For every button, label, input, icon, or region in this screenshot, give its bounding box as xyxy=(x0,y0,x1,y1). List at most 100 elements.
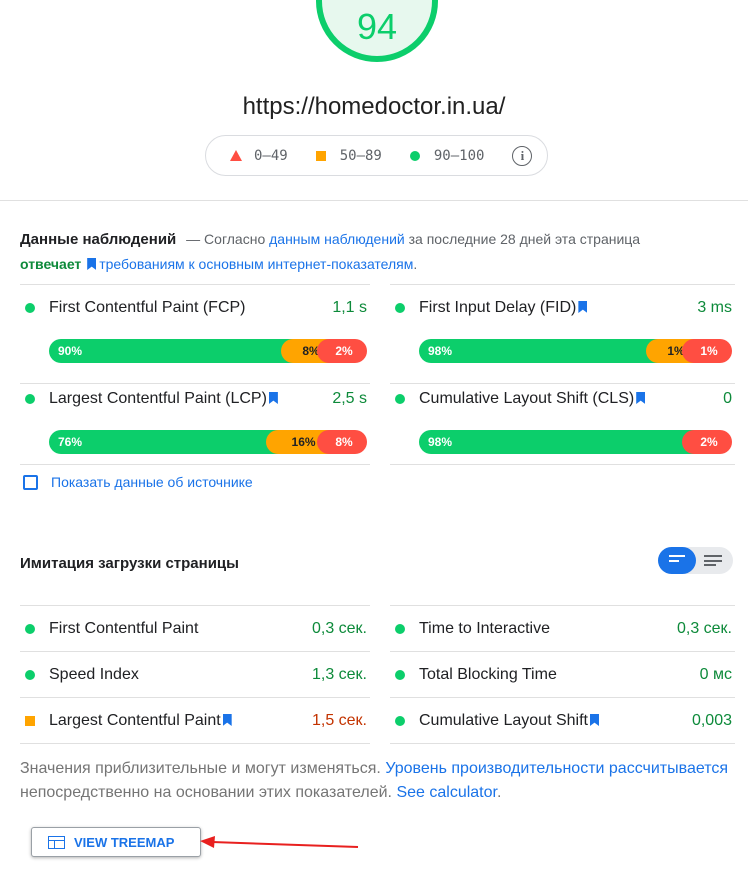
legend-pass-label: 90–100 xyxy=(433,147,485,164)
field-metric-cls: Cumulative Layout Shift (CLS) 0 98% 2% xyxy=(390,383,735,473)
legend-average-label: 50–89 xyxy=(339,147,382,164)
metric-value: 0 мс xyxy=(699,665,732,683)
metric-value: 1,5 сек. xyxy=(311,712,367,729)
average-square-icon xyxy=(25,716,35,726)
field-data-status: отвечает xyxy=(20,256,82,272)
expanded-lines-icon[interactable] xyxy=(704,555,722,566)
lab-metric-tti: Time to Interactive 0,3 сек. xyxy=(390,606,735,652)
field-metrics-right: First Input Delay (FID) 3 ms 98% 1% 1% C… xyxy=(390,284,735,465)
view-toggle[interactable] xyxy=(658,547,733,574)
good-segment: 98% xyxy=(419,430,694,454)
legend-pass: 90–100 xyxy=(409,147,485,164)
compact-lines-icon xyxy=(669,555,687,566)
bookmark-icon xyxy=(636,392,646,404)
note-mid: непосредственно на основании этих показа… xyxy=(20,784,392,801)
lab-metrics-left: First Contentful Paint 0,3 сек. Speed In… xyxy=(20,605,370,744)
metric-name: Cumulative Layout Shift (CLS) xyxy=(419,390,723,408)
checkbox[interactable] xyxy=(23,474,38,490)
note-prefix: Значения приблизительные и могут изменят… xyxy=(20,760,381,777)
view-treemap-button[interactable]: VIEW TREEMAP xyxy=(31,827,201,857)
report-url: https://homedoctor.in.ua/ xyxy=(242,93,506,120)
field-metrics-left: First Contentful Paint (FCP) 1,1 s 90% 8… xyxy=(20,284,370,465)
pass-circle-icon xyxy=(25,669,35,680)
metric-name: Time to Interactive xyxy=(419,619,551,637)
field-data-link[interactable]: данным наблюдений xyxy=(269,231,405,247)
field-metric-lcp: Largest Contentful Paint (LCP) 2,5 s 76%… xyxy=(20,383,370,473)
lab-metrics-right: Time to Interactive 0,3 сек. Total Block… xyxy=(390,605,735,744)
legend-average: 50–89 xyxy=(315,147,382,164)
score-legend: 0–49 50–89 90–100 i xyxy=(205,135,548,176)
metric-value: 0 xyxy=(723,390,732,407)
pass-circle-icon xyxy=(25,623,35,634)
metric-name: Total Blocking Time xyxy=(419,665,557,683)
triangle-icon xyxy=(230,150,242,161)
metric-name-text: Largest Contentful Paint (LCP) xyxy=(49,390,267,407)
distribution-bar: 98% 1% 1% xyxy=(419,339,732,363)
good-segment: 98% xyxy=(419,339,658,363)
legend-fail-label: 0–49 xyxy=(254,147,288,164)
metric-name: Speed Index xyxy=(49,665,139,683)
good-segment: 76% xyxy=(49,430,279,454)
note-end: . xyxy=(496,784,502,801)
pass-circle-icon xyxy=(395,394,405,404)
field-data-header: Данные наблюдений — Согласно данным набл… xyxy=(20,227,720,277)
distribution-bar: 76% 16% 8% xyxy=(49,430,367,454)
metric-value: 3 ms xyxy=(697,299,732,316)
metric-name: First Contentful Paint xyxy=(49,619,199,637)
bookmark-icon xyxy=(578,301,588,313)
bookmark-icon xyxy=(222,714,232,726)
metric-value: 1,3 сек. xyxy=(311,665,367,683)
bookmark-icon xyxy=(87,258,97,270)
metric-value: 0,003 xyxy=(691,712,732,729)
compact-view-button[interactable] xyxy=(658,547,696,574)
poor-segment: 2% xyxy=(317,339,367,363)
disclaimer-note: Значения приблизительные и могут изменят… xyxy=(20,757,740,805)
distribution-bar: 90% 8% 2% xyxy=(49,339,367,363)
metric-value: 2,5 s xyxy=(332,390,367,407)
poor-segment: 8% xyxy=(316,430,367,454)
metric-name: Largest Contentful Paint (LCP) xyxy=(49,390,332,408)
view-treemap-label: VIEW TREEMAP xyxy=(74,834,175,850)
calculator-link[interactable]: See calculator xyxy=(396,784,497,801)
treemap-icon xyxy=(48,835,65,849)
bookmark-icon xyxy=(589,714,599,726)
pass-circle-icon xyxy=(395,669,405,680)
square-icon xyxy=(315,150,326,161)
metric-name-text: First Input Delay (FID) xyxy=(419,299,577,316)
lab-metric-lcp: Largest Contentful Paint 1,5 сек. xyxy=(20,698,370,744)
scoring-link[interactable]: Уровень производительности рассчитываетс… xyxy=(385,760,728,777)
metric-name-text: Largest Contentful Paint xyxy=(49,712,221,729)
field-data-desc-prefix: — Согласно xyxy=(186,231,266,247)
field-metric-fcp: First Contentful Paint (FCP) 1,1 s 90% 8… xyxy=(20,293,370,383)
pass-circle-icon xyxy=(395,716,405,726)
score-gauge: 94 xyxy=(316,0,438,62)
distribution-bar: 98% 2% xyxy=(419,430,732,454)
poor-segment: 2% xyxy=(682,430,732,454)
field-data-title: Данные наблюдений xyxy=(20,231,177,248)
metric-name: Largest Contentful Paint xyxy=(49,712,312,730)
metric-value: 0,3 сек. xyxy=(676,619,732,637)
field-data-desc-mid: за последние 28 дней эта страница xyxy=(408,231,641,247)
core-web-vitals-link[interactable]: требованиям к основным интернет-показате… xyxy=(99,256,413,272)
pass-circle-icon xyxy=(395,303,405,313)
legend-fail: 0–49 xyxy=(230,148,288,164)
metric-name: First Input Delay (FID) xyxy=(419,299,697,317)
lab-data-title: Имитация загрузки страницы xyxy=(20,555,239,572)
metric-value: 1,1 s xyxy=(332,299,367,316)
metric-name-text: Cumulative Layout Shift xyxy=(419,712,588,729)
metric-name-text: Cumulative Layout Shift (CLS) xyxy=(419,390,635,407)
lab-metric-speed-index: Speed Index 1,3 сек. xyxy=(20,652,370,698)
lab-metric-tbt: Total Blocking Time 0 мс xyxy=(390,652,735,698)
info-icon[interactable]: i xyxy=(512,145,533,166)
field-data-desc-end: . xyxy=(413,256,418,272)
good-segment: 90% xyxy=(49,339,293,363)
annotation-arrow-icon xyxy=(200,836,359,848)
lab-metric-fcp: First Contentful Paint 0,3 сек. xyxy=(20,606,370,652)
bookmark-icon xyxy=(268,392,278,404)
pass-circle-icon xyxy=(395,623,405,634)
pass-circle-icon xyxy=(25,303,35,313)
metric-value: 0,3 сек. xyxy=(311,619,367,637)
field-metric-fid: First Input Delay (FID) 3 ms 98% 1% 1% xyxy=(390,293,735,383)
pass-circle-icon xyxy=(25,394,35,404)
show-source-toggle[interactable]: Показать данные об источнике xyxy=(23,474,253,490)
